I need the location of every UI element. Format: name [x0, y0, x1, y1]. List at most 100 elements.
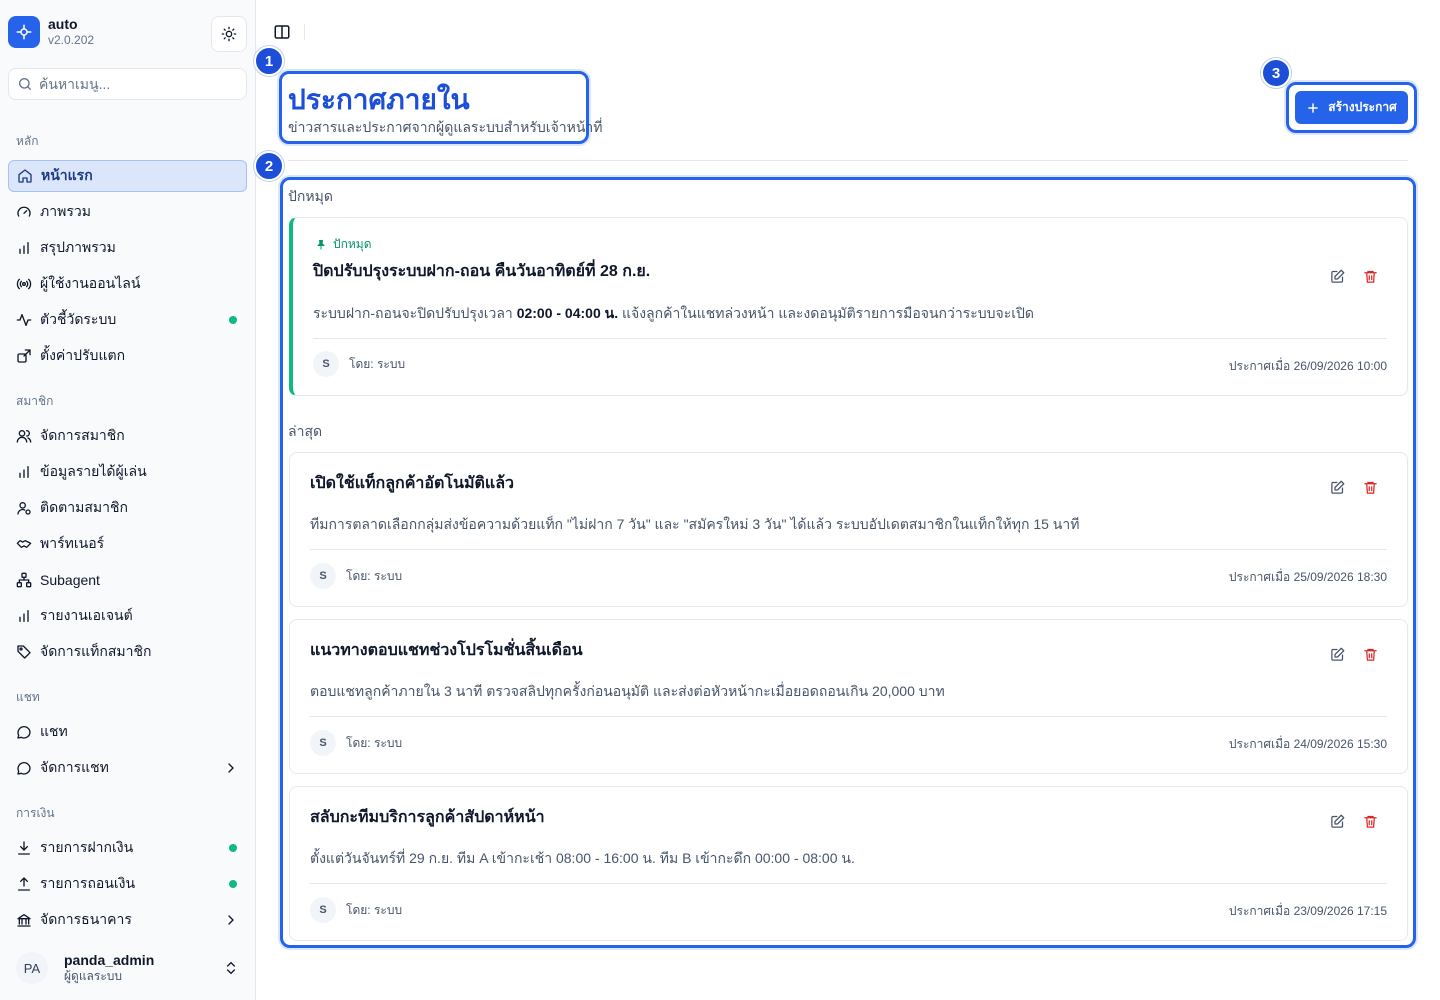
bar-chart-icon: [16, 240, 32, 256]
sun-icon: [221, 26, 237, 42]
sidebar-item-chat[interactable]: แชท: [8, 716, 247, 748]
announcement-title: สลับกะทีมบริการลูกค้าสัปดาห์หน้า: [310, 809, 545, 826]
user-role: ผู้ดูแลระบบ: [64, 969, 123, 983]
bar-chart-icon: [16, 464, 32, 480]
announcement-body-bold: 02:00 - 04:00 น.: [516, 305, 619, 321]
create-button-label: สร้างประกาศ: [1328, 100, 1397, 114]
announcement-card-pinned[interactable]: ปักหมุด ปิดปรับปรุงระบบฝาก-ถอน คืนวันอาท…: [289, 217, 1408, 396]
edit-button[interactable]: [1327, 811, 1347, 831]
create-announcement-button[interactable]: สร้างประกาศ: [1295, 91, 1408, 124]
card-divider: [310, 549, 1387, 550]
delete-button[interactable]: [1360, 477, 1380, 497]
pinned-tag: ปักหมุด: [315, 235, 372, 254]
sidebar-item-summary[interactable]: สรุปภาพรวม: [8, 232, 247, 264]
announcement-body-post: แจ้งลูกค้าในแชทล่วงหน้า และงดอนุมัติรายก…: [618, 305, 1035, 321]
toolbar-divider: [304, 24, 305, 40]
status-dot: [229, 880, 237, 888]
card-divider: [310, 883, 1387, 884]
home-icon: [17, 168, 33, 184]
delete-button[interactable]: [1360, 644, 1380, 664]
sidebar-item-deposits[interactable]: รายการฝากเงิน: [8, 832, 247, 864]
chevron-right-icon: [223, 912, 239, 928]
step-badge-1: 1: [254, 46, 284, 76]
brand[interactable]: auto v2.0.202: [8, 16, 94, 48]
section-label-finance: การเงิน: [16, 806, 55, 820]
edit-button[interactable]: [1327, 644, 1347, 664]
sidebar-item-manage-members[interactable]: จัดการสมาชิก: [8, 420, 247, 452]
announcement-card[interactable]: สลับกะทีมบริการลูกค้าสัปดาห์หน้า ตั้งแต่…: [289, 786, 1408, 941]
author: S โดย: ระบบ: [310, 730, 402, 756]
sidebar-item-partners[interactable]: พาร์ทเนอร์: [8, 528, 247, 560]
network-icon: [16, 572, 32, 588]
sidebar-item-label: รายการถอนเงิน: [40, 875, 136, 891]
sidebar-item-agent-report[interactable]: รายงานเอเจนต์: [8, 600, 247, 632]
sidebar-item-banks[interactable]: จัดการธนาคาร: [8, 904, 247, 936]
author-label: โดย: ระบบ: [349, 356, 406, 371]
sidebar-item-online-users[interactable]: ผู้ใช้งานออนไลน์: [8, 268, 247, 300]
sidebar-item-system-metrics[interactable]: ตัวชี้วัดระบบ: [8, 304, 247, 336]
sidebar-item-label: รายการฝากเงิน: [40, 839, 134, 855]
trash-icon: [1363, 814, 1378, 829]
search-input[interactable]: [39, 76, 229, 92]
sidebar-item-overview[interactable]: ภาพรวม: [8, 196, 247, 228]
sidebar-item-label: ผู้ใช้งานออนไลน์: [40, 275, 141, 291]
user-search-icon: [16, 500, 32, 516]
announcement-timestamp: ประกาศเมื่อ 24/09/2026 15:30: [1228, 737, 1387, 751]
edit-button[interactable]: [1327, 266, 1347, 286]
chat-icon: [16, 760, 32, 776]
sidebar-toggle-button[interactable]: [272, 22, 292, 42]
trash-icon: [1363, 647, 1378, 662]
group-label-pinned: ปักหมุด: [288, 188, 333, 204]
edit-button[interactable]: [1327, 477, 1347, 497]
chevron-right-icon: [223, 760, 239, 776]
plus-icon: [1306, 101, 1320, 115]
trash-icon: [1363, 269, 1378, 284]
sidebar-item-label: จัดการแท็กสมาชิก: [40, 643, 152, 659]
sidebar-item-subagent[interactable]: Subagent: [8, 564, 247, 596]
delete-button[interactable]: [1360, 266, 1380, 286]
sidebar-item-manage-chat[interactable]: จัดการแชท: [8, 752, 247, 784]
sidebar-item-label: รายงานเอเจนต์: [40, 607, 133, 623]
announcement-card[interactable]: แนวทางตอบแชทช่วงโปรโมชั่นสิ้นเดือน ตอบแช…: [289, 619, 1408, 774]
sidebar-item-player-revenue[interactable]: ข้อมูลรายได้ผู้เล่น: [8, 456, 247, 488]
theme-toggle-button[interactable]: [211, 16, 247, 52]
brand-version: v2.0.202: [48, 33, 95, 47]
sidebar-item-label: แชท: [40, 723, 68, 739]
sidebar: auto v2.0.202 หลัก หน้าแรก ภาพรวม สรุป: [0, 0, 256, 1000]
sidebar-item-withdrawals[interactable]: รายการถอนเงิน: [8, 868, 247, 900]
menu-search[interactable]: [8, 68, 247, 100]
pin-icon: [315, 239, 327, 251]
edit-icon: [1330, 269, 1345, 284]
sidebar-item-label: Subagent: [40, 572, 100, 588]
status-dot: [229, 316, 237, 324]
header-divider: [288, 160, 1408, 161]
sidebar-item-label: สรุปภาพรวม: [40, 239, 116, 255]
delete-button[interactable]: [1360, 811, 1380, 831]
sidebar-item-label: หน้าแรก: [41, 167, 93, 183]
sidebar-item-track-members[interactable]: ติดตามสมาชิก: [8, 492, 247, 524]
sidebar-item-member-tags[interactable]: จัดการแท็กสมาชิก: [8, 636, 247, 668]
sidebar-item-label: ตัวชี้วัดระบบ: [40, 311, 117, 327]
bank-icon: [16, 912, 32, 928]
sidebar-item-settings[interactable]: ตั้งค่าปรับแตก: [8, 340, 247, 372]
announcement-timestamp: ประกาศเมื่อ 26/09/2026 10:00: [1228, 359, 1387, 373]
author-avatar: S: [313, 351, 339, 377]
edit-icon: [1330, 480, 1345, 495]
page-title: ประกาศภายใน: [288, 84, 470, 115]
sidebar-item-label: ภาพรวม: [40, 203, 91, 219]
announcement-card[interactable]: เปิดใช้แท็กลูกค้าอัตโนมัติแล้ว ทีมการตลา…: [289, 452, 1408, 607]
author: S โดย: ระบบ: [313, 351, 405, 377]
author: S โดย: ระบบ: [310, 563, 402, 589]
sidebar-item-label: จัดการสมาชิก: [40, 427, 125, 443]
upload-icon: [16, 876, 32, 892]
group-label-latest: ล่าสุด: [288, 423, 323, 439]
edit-icon: [1330, 647, 1345, 662]
announcement-timestamp: ประกาศเมื่อ 25/09/2026 18:30: [1228, 570, 1387, 584]
settings-box-icon: [16, 348, 32, 364]
sidebar-item-home[interactable]: หน้าแรก: [8, 160, 247, 192]
sidebar-item-label: จัดการธนาคาร: [40, 911, 132, 927]
section-label-main: หลัก: [16, 134, 39, 148]
author-avatar: S: [310, 897, 336, 923]
user-menu[interactable]: PA panda_admin ผู้ดูแลระบบ: [8, 944, 247, 992]
sidebar-item-label: พาร์ทเนอร์: [40, 535, 105, 551]
